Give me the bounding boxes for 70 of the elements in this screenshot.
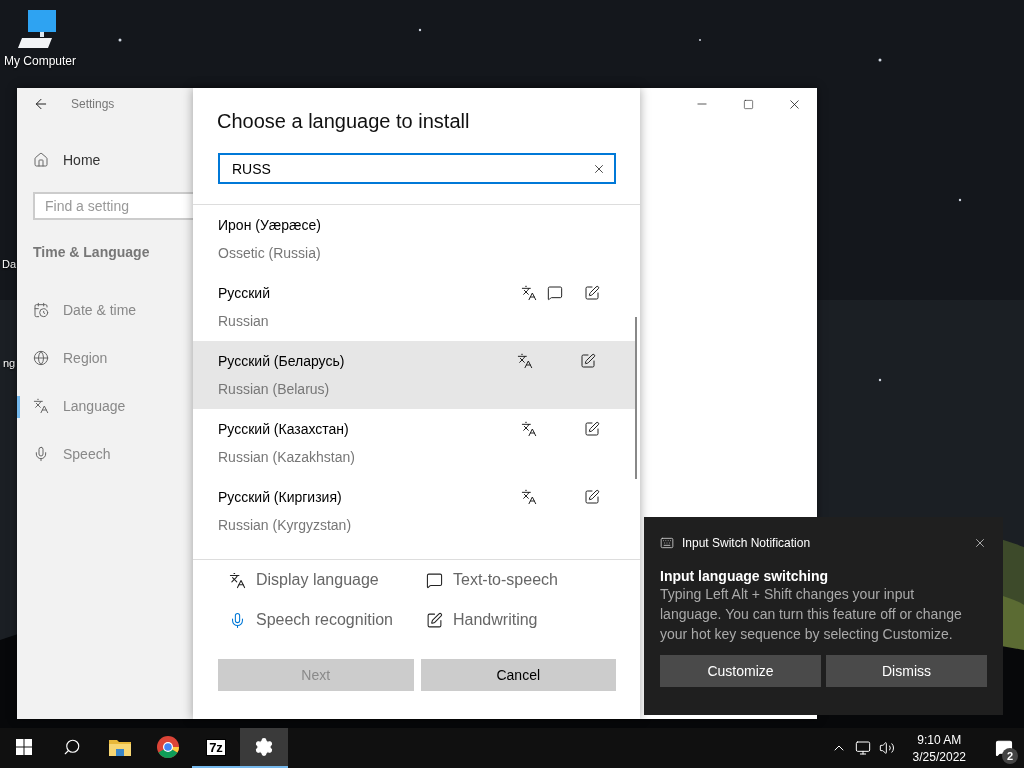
pen-icon [584, 421, 600, 437]
folder-icon [109, 738, 131, 756]
desktop-icon-label[interactable]: ng [3, 357, 16, 369]
home-link[interactable]: Home [17, 136, 193, 184]
maximize-icon[interactable] [742, 98, 754, 110]
pen-icon [584, 489, 600, 505]
window-title: Settings [71, 97, 115, 111]
pen-icon [426, 611, 443, 629]
taskbar-button[interactable] [240, 728, 288, 768]
language-name: Русский (Киргизия) [218, 489, 343, 505]
legend-label: Speech recognition [256, 611, 393, 629]
scrollbar[interactable] [635, 317, 637, 479]
language-icon [517, 353, 533, 369]
speech-bubble-icon [547, 285, 563, 301]
language-icon [521, 285, 537, 301]
dismiss-button[interactable]: Dismiss [826, 655, 987, 687]
clock-date[interactable]: 3/25/2022 [912, 749, 966, 764]
language-icon [229, 571, 246, 589]
notification-body: Typing Left Alt + Shift changes your input language. You can turn this feature off or change your hot key sequence by selecting Customize. [660, 585, 963, 644]
pen-icon [584, 285, 600, 301]
language-icon [33, 398, 49, 414]
language-english-name: Russian (Kyrgyzstan) [218, 517, 353, 533]
language-row[interactable]: Русский (Киргизия) Russian (Kyrgyzstan) [193, 477, 640, 545]
language-icon [521, 489, 537, 505]
language-icon [521, 421, 537, 437]
microphone-icon [229, 611, 246, 629]
language-name: Ирон (Уæрæсе) [218, 217, 322, 233]
legend-label: Handwriting [453, 611, 538, 629]
language-name: Русский [218, 285, 271, 301]
language-row[interactable]: Ирон (Уæрæсе) Ossetic (Russia) [193, 205, 640, 273]
keyboard-icon [660, 536, 674, 550]
windows-logo-icon [16, 739, 32, 755]
network-icon[interactable] [854, 740, 871, 756]
search-field[interactable]: RUSS [218, 153, 616, 184]
language-row[interactable]: Русский (Беларусь) Russian (Belarus) [193, 341, 636, 409]
globe-icon [33, 350, 49, 366]
close-icon[interactable] [973, 536, 987, 550]
search-icon [63, 738, 81, 756]
notification-app-name: Input Switch Notification [682, 536, 812, 550]
notification-title: Input language switching [660, 568, 829, 584]
back-icon[interactable] [33, 96, 49, 112]
volume-icon[interactable] [878, 740, 895, 756]
language-name: Русский (Казахстан) [218, 421, 350, 437]
customize-button[interactable]: Customize [660, 655, 821, 687]
notification-count: 2 [1002, 748, 1018, 764]
chrome-logo-icon [157, 736, 179, 758]
desktop-icon-label[interactable]: My Computer [4, 54, 76, 68]
language-row[interactable]: Русский Russian [193, 273, 640, 341]
cancel-button[interactable]: Cancel [420, 659, 616, 691]
legend-label: Text-to-speech [453, 571, 558, 589]
language-english-name: Ossetic (Russia) [218, 245, 322, 261]
language-name: Русский (Беларусь) [218, 353, 346, 369]
calendar-icon [33, 302, 49, 318]
search-input[interactable]: RUSS [230, 159, 592, 178]
section-heading: Time & Language [33, 244, 151, 260]
microphone-icon [33, 446, 49, 462]
home-icon [33, 152, 49, 168]
dialog-title: Choose a language to install [217, 110, 471, 133]
settings-icon [254, 737, 274, 757]
desktop-icon-label[interactable]: Da [2, 258, 17, 270]
language-english-name: Russian (Belarus) [218, 381, 331, 397]
speech-bubble-icon [426, 571, 443, 589]
pen-icon [580, 353, 596, 369]
language-row[interactable]: Русский (Казахстан) Russian (Kazakhstan) [193, 409, 640, 477]
language-english-name: Russian (Kazakhstan) [218, 449, 356, 465]
clock-time[interactable]: 9:10 AM [917, 732, 962, 747]
search-field[interactable]: Find a setting [33, 192, 193, 220]
legend-label: Display language [256, 571, 379, 589]
archive-app-icon: 7z [206, 738, 226, 756]
language-english-name: Russian [218, 313, 270, 329]
